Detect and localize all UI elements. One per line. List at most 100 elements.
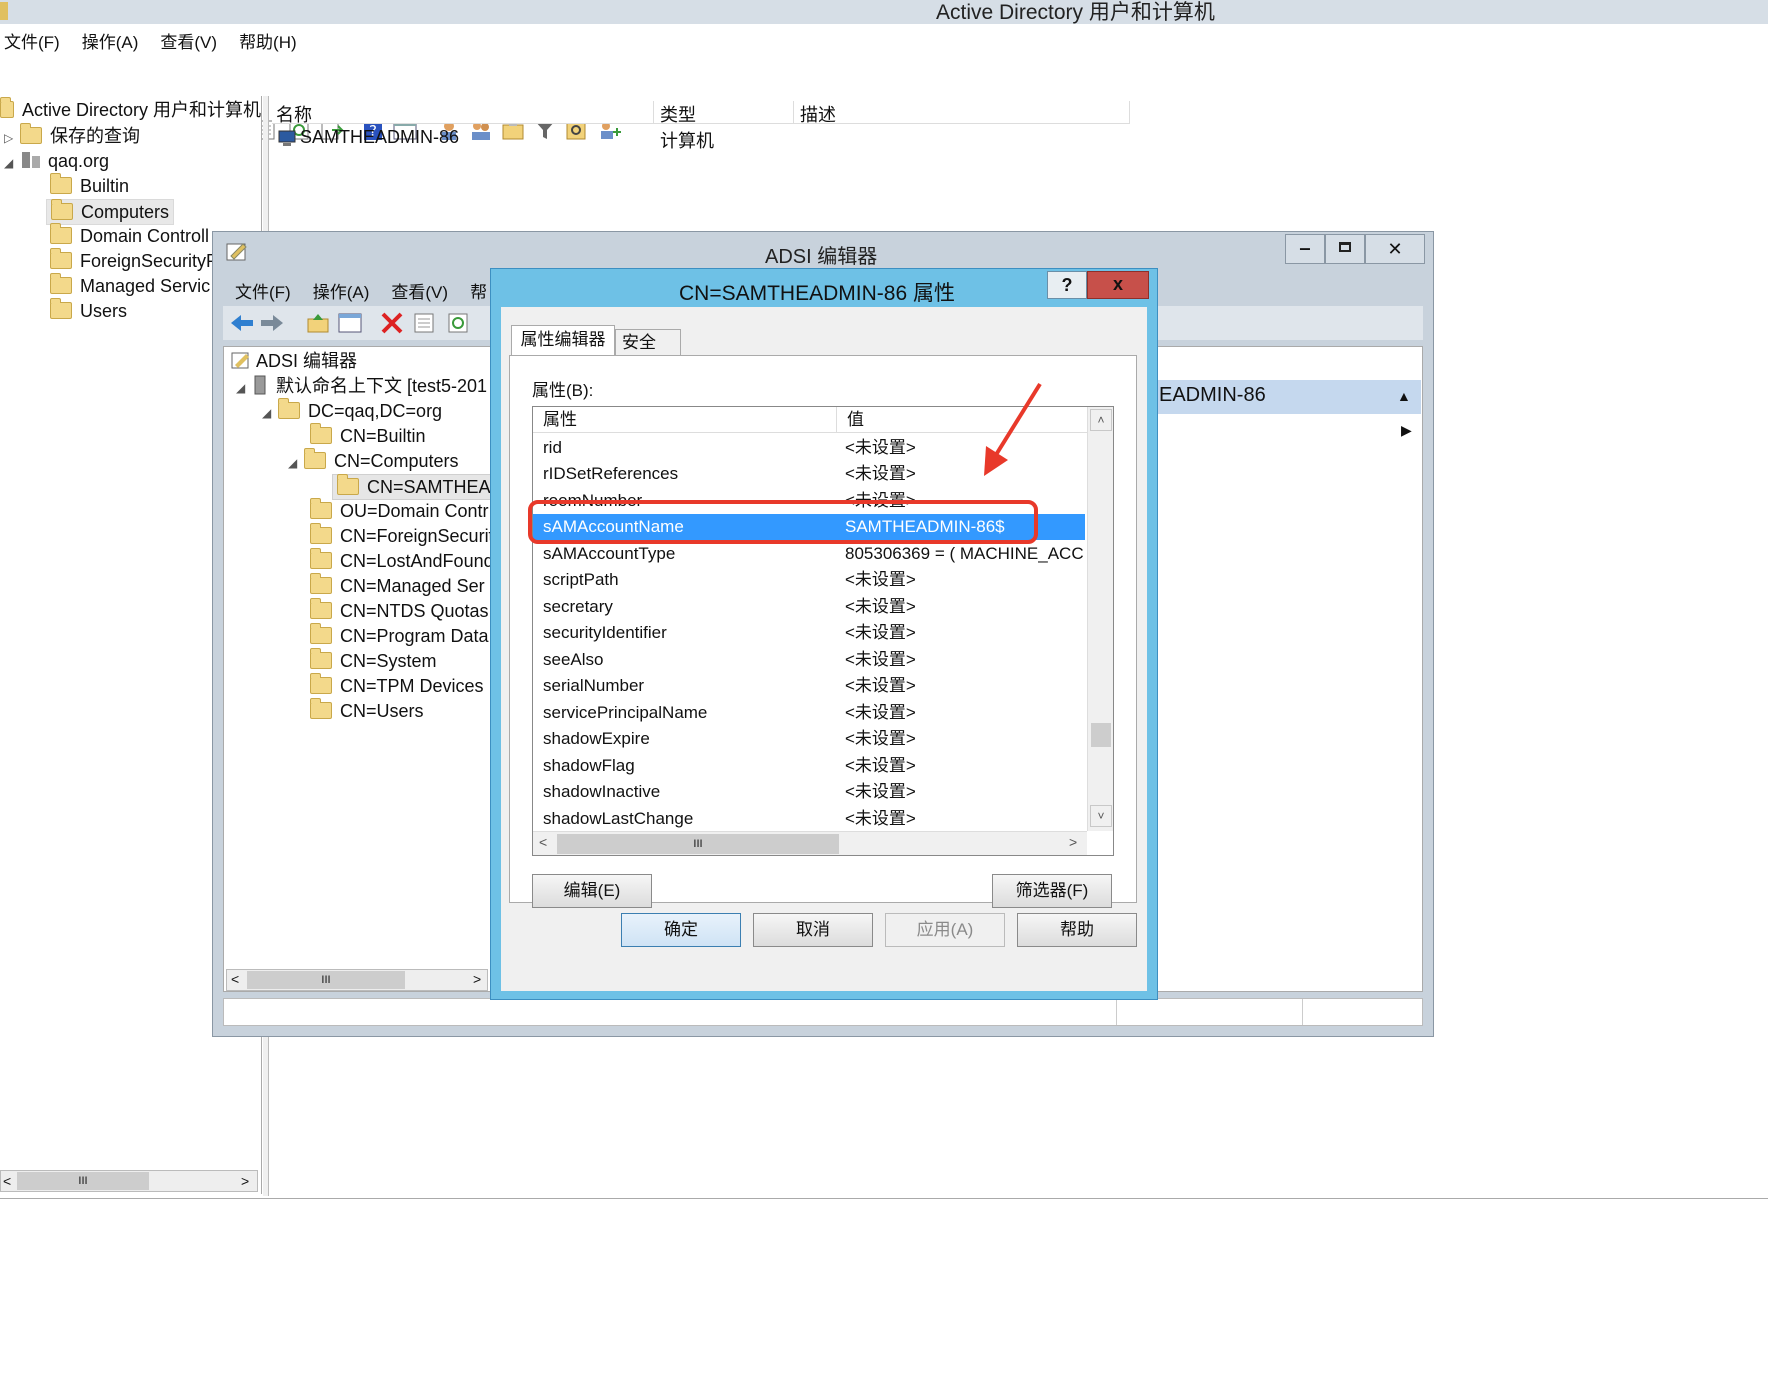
- expand-right-icon[interactable]: ▶: [1401, 422, 1412, 439]
- tree-foreign-security[interactable]: ForeignSecurityP: [50, 248, 218, 273]
- adsi-tree-tpm-devices[interactable]: CN=TPM Devices: [310, 673, 484, 698]
- attr-row-shadowexpire[interactable]: shadowExpire <未设置>: [533, 726, 1085, 752]
- scroll-down-icon[interactable]: ˅: [1090, 805, 1112, 827]
- scroll-thumb[interactable]: [1091, 723, 1111, 747]
- forward-icon[interactable]: [259, 312, 285, 334]
- scroll-left-icon[interactable]: <: [539, 834, 547, 850]
- tab-attribute-editor[interactable]: 属性编辑器: [511, 325, 615, 355]
- folder-icon: [51, 199, 73, 220]
- col-desc[interactable]: 描述: [796, 101, 1130, 125]
- list-hscrollbar[interactable]: < III >: [533, 831, 1087, 855]
- tree-managed-service[interactable]: Managed Servic: [50, 273, 210, 298]
- attr-row-serialnumber[interactable]: serialNumber <未设置>: [533, 673, 1085, 699]
- properties-icon[interactable]: [411, 312, 437, 334]
- adsi-menu-help[interactable]: 帮: [470, 278, 487, 303]
- adsi-tree-lost-and-found[interactable]: CN=LostAndFound: [310, 548, 490, 573]
- back-icon[interactable]: [229, 312, 255, 334]
- scroll-right-icon[interactable]: >: [1069, 834, 1077, 850]
- tree-builtin[interactable]: Builtin: [50, 173, 129, 198]
- collapse-icon[interactable]: ◢: [236, 376, 252, 400]
- attr-row-shadowinactive[interactable]: shadowInactive <未设置>: [533, 779, 1085, 805]
- main-titlebar: Active Directory 用户和计算机: [0, 0, 1768, 24]
- adsi-tree-builtin[interactable]: CN=Builtin: [310, 423, 426, 448]
- arrow-annotation-icon: [984, 382, 1042, 476]
- adsi-tree-managed-service[interactable]: CN=Managed Ser: [310, 573, 485, 598]
- scroll-right-icon[interactable]: >: [473, 971, 481, 987]
- adsi-tree-context[interactable]: ◢ 默认命名上下文 [test5-201: [236, 374, 487, 398]
- scroll-left-icon[interactable]: <: [231, 971, 239, 987]
- adsi-tree-samtheadmin[interactable]: CN=SAMTHEAD: [332, 474, 490, 500]
- adsi-tree-computers[interactable]: ◢ CN=Computers: [288, 448, 459, 475]
- list-row[interactable]: SAMTHEADMIN-86 计算机: [274, 127, 974, 151]
- scroll-thumb[interactable]: III: [247, 971, 405, 989]
- main-window-title: Active Directory 用户和计算机: [936, 1, 1215, 24]
- adsi-tree-users[interactable]: CN=Users: [310, 698, 424, 723]
- tree-computers[interactable]: Computers: [46, 199, 175, 225]
- scroll-left-icon[interactable]: <: [3, 1173, 11, 1189]
- attr-row-shadowflag[interactable]: shadowFlag <未设置>: [533, 753, 1085, 779]
- scroll-up-icon[interactable]: ˄: [1090, 409, 1112, 431]
- adsi-tree-domain-controllers[interactable]: OU=Domain Contr: [310, 498, 489, 523]
- adsi-menu-action[interactable]: 操作(A): [313, 278, 370, 303]
- attributes-label: 属性(B):: [532, 381, 594, 400]
- adsi-menu-view[interactable]: 查看(V): [391, 278, 448, 303]
- attr-row-samaccounttype[interactable]: sAMAccountType 805306369 = ( MACHINE_ACC: [533, 541, 1085, 567]
- adsi-menu-file[interactable]: 文件(F): [235, 278, 291, 303]
- tree-root-aduc[interactable]: Active Directory 用户和计算机: [0, 97, 261, 122]
- adsi-minimize-button[interactable]: ‒: [1285, 234, 1325, 264]
- collapse-icon[interactable]: ◢: [262, 401, 278, 425]
- attr-row-seealso[interactable]: seeAlso <未设置>: [533, 647, 1085, 673]
- col-type[interactable]: 类型: [656, 101, 794, 125]
- tab-security[interactable]: 安全: [615, 329, 681, 356]
- adsi-tree-root[interactable]: ADSI 编辑器: [230, 349, 357, 373]
- status-divider: [1302, 999, 1303, 1025]
- ok-button[interactable]: 确定: [621, 913, 741, 947]
- main-menubar: 文件(F) 操作(A) 查看(V) 帮助(H): [4, 28, 704, 52]
- col-attribute[interactable]: 属性: [533, 407, 837, 433]
- attr-row-scriptpath[interactable]: scriptPath <未设置>: [533, 567, 1085, 593]
- adsi-tree-program-data[interactable]: CN=Program Data: [310, 623, 489, 648]
- help-button[interactable]: 帮助: [1017, 913, 1137, 947]
- folder-icon: [50, 273, 72, 294]
- col-name[interactable]: 名称: [276, 101, 654, 125]
- delete-icon[interactable]: [379, 312, 405, 334]
- collapse-icon[interactable]: ◢: [4, 151, 20, 175]
- scroll-thumb[interactable]: III: [557, 834, 839, 854]
- tree-users[interactable]: Users: [50, 298, 127, 323]
- tree-domain-controllers[interactable]: Domain Controll: [50, 223, 209, 248]
- adsi-tree-foreign-security[interactable]: CN=ForeignSecurit: [310, 523, 490, 548]
- attr-row-serviceprincipalname[interactable]: servicePrincipalName <未设置>: [533, 700, 1085, 726]
- tree-hscrollbar[interactable]: < III >: [0, 1170, 258, 1192]
- menu-action[interactable]: 操作(A): [82, 28, 139, 53]
- adsi-maximize-button[interactable]: [1325, 234, 1365, 264]
- collapse-up-icon[interactable]: ▲: [1397, 388, 1411, 404]
- attr-row-shadowlastchange[interactable]: shadowLastChange <未设置>: [533, 806, 1085, 831]
- adsi-tree-hscrollbar[interactable]: < III >: [226, 969, 488, 991]
- adsi-tree-ntds-quotas[interactable]: CN=NTDS Quotas: [310, 598, 489, 623]
- main-statusbar: [0, 1198, 1768, 1228]
- list-vscrollbar[interactable]: ˄ ˅: [1087, 407, 1113, 831]
- menu-help[interactable]: 帮助(H): [239, 28, 297, 53]
- scroll-thumb[interactable]: III: [17, 1172, 149, 1190]
- edit-button[interactable]: 编辑(E): [532, 874, 652, 908]
- up-folder-icon[interactable]: [305, 312, 331, 334]
- adsi-tree-dc[interactable]: ◢ DC=qaq,DC=org: [262, 398, 442, 425]
- adsi-tree-system[interactable]: CN=System: [310, 648, 437, 673]
- dialog-close-button[interactable]: x: [1087, 271, 1149, 299]
- tree-domain[interactable]: ◢ qaq.org: [4, 149, 109, 173]
- filter-button[interactable]: 筛选器(F): [992, 874, 1112, 908]
- apply-button[interactable]: 应用(A): [885, 913, 1005, 947]
- expand-icon[interactable]: ▷: [4, 126, 20, 150]
- scroll-right-icon[interactable]: >: [241, 1173, 249, 1189]
- refresh-icon[interactable]: [445, 312, 471, 334]
- menu-file[interactable]: 文件(F): [4, 28, 60, 53]
- attr-row-secretary[interactable]: secretary <未设置>: [533, 594, 1085, 620]
- menu-view[interactable]: 查看(V): [160, 28, 217, 53]
- tree-saved-queries[interactable]: ▷ 保存的查询: [4, 123, 140, 150]
- adsi-close-button[interactable]: ✕: [1365, 234, 1425, 264]
- show-hide-tree-icon[interactable]: [337, 312, 363, 334]
- dialog-help-button[interactable]: ?: [1047, 271, 1087, 299]
- attr-row-securityidentifier[interactable]: securityIdentifier <未设置>: [533, 620, 1085, 646]
- cancel-button[interactable]: 取消: [753, 913, 873, 947]
- collapse-icon[interactable]: ◢: [288, 451, 304, 475]
